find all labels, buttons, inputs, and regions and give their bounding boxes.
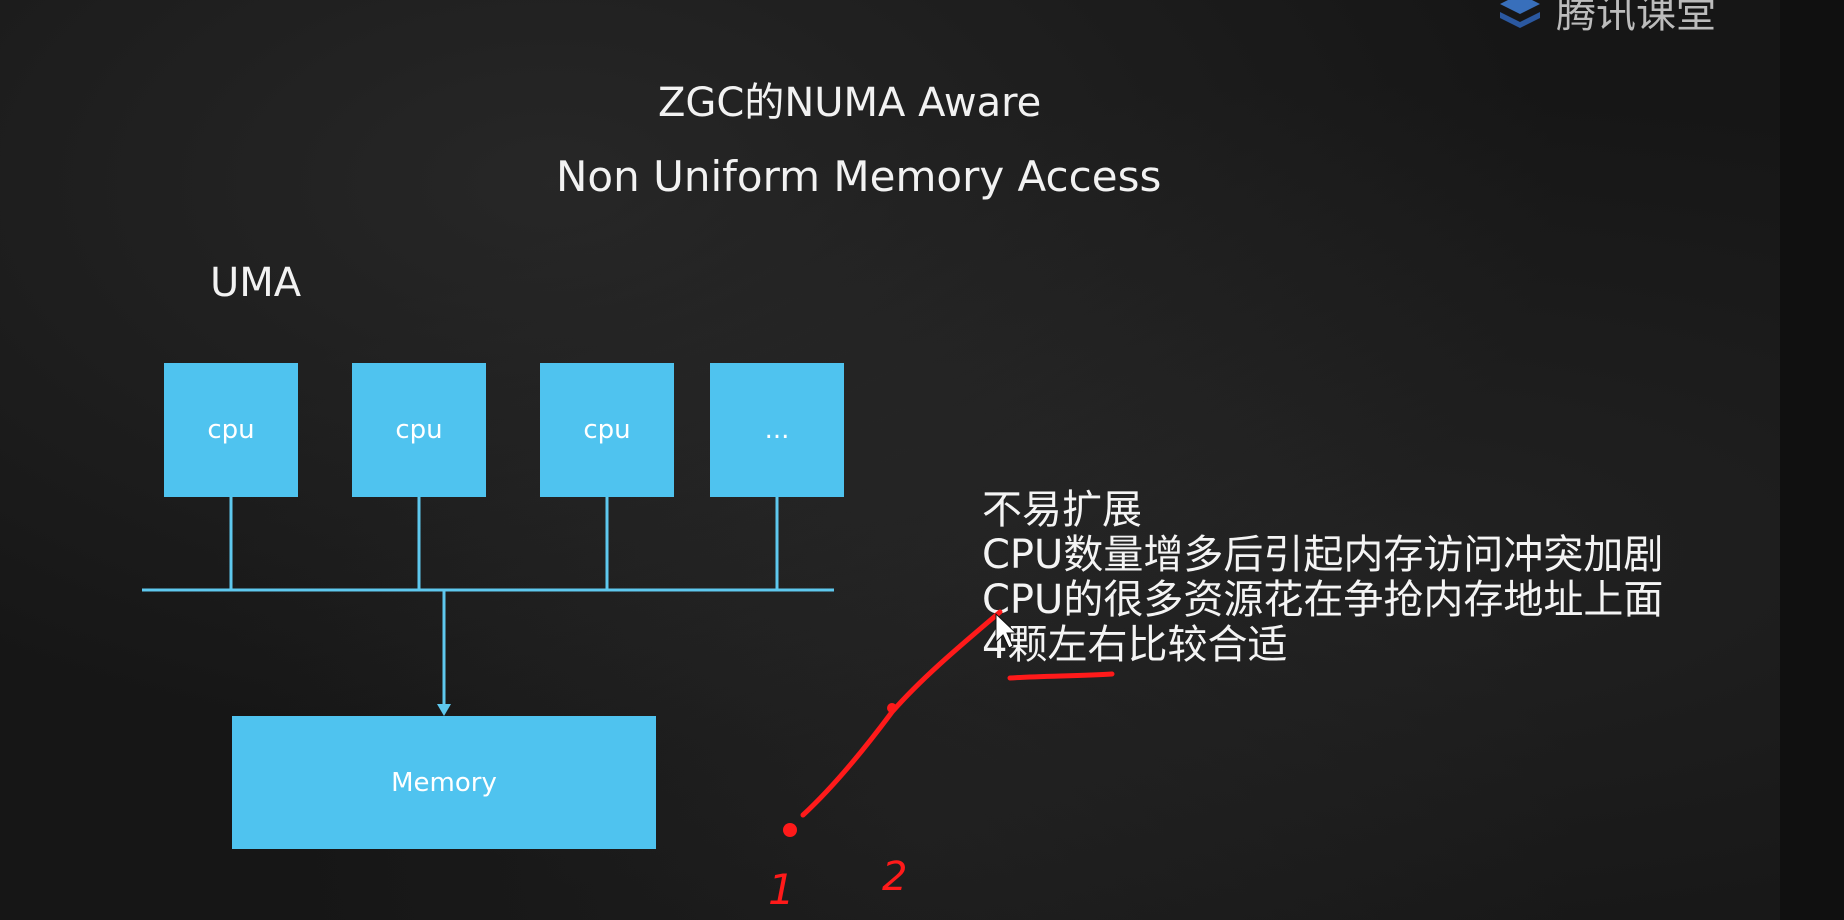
mouse-pointer-layer [995,612,1018,649]
mouse-pointer-icon [995,612,1018,649]
